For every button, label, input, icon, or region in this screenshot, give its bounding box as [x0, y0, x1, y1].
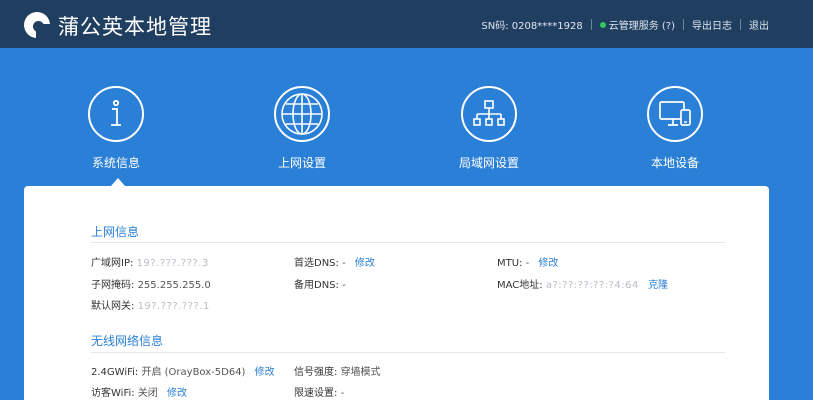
divider: [740, 19, 741, 30]
export-log-link[interactable]: 导出日志: [692, 17, 732, 32]
app-title: 蒲公英本地管理: [58, 15, 212, 39]
section-title-wireless: 无线网络信息: [91, 334, 164, 348]
nav-local-devices[interactable]: 本地设备: [605, 86, 745, 171]
edit-mtu-link[interactable]: 修改: [538, 258, 558, 269]
guest-wifi-row: 访客WiFi: 关闭 修改: [91, 384, 187, 399]
nav-internet-settings[interactable]: 上网设置: [232, 86, 372, 171]
wifi24-value: 开启 (OrayBox-5D64): [141, 367, 246, 378]
globe-icon: [274, 86, 330, 142]
dandelion-logo-icon: [24, 12, 50, 38]
mac-value: a?:??:??:??:?4:64: [545, 280, 639, 291]
speed-limit-row: 限速设置: -: [294, 384, 344, 399]
mac-label: MAC地址:: [497, 280, 543, 291]
section-title-internet: 上网信息: [91, 225, 140, 239]
section-divider: [91, 352, 725, 353]
nav-lan-settings[interactable]: 局域网设置: [419, 86, 559, 171]
top-header: 蒲公英本地管理 SN码: 0208****1928 云管理服务 (?) 导出日志…: [0, 0, 813, 48]
wan-ip-label: 广域网IP:: [91, 258, 134, 269]
subnet-mask-value: 255.255.255.0: [137, 280, 211, 291]
active-tab-caret: [111, 178, 125, 186]
primary-dns-value: -: [342, 258, 346, 269]
mac-row: MAC地址: a?:??:??:??:?4:64 克隆: [497, 276, 668, 291]
network-icon: [461, 86, 517, 142]
cloud-service-link[interactable]: 云管理服务 (?): [609, 17, 675, 32]
section-divider: [91, 242, 725, 243]
mtu-row: MTU: - 修改: [497, 254, 558, 269]
wifi24-row: 2.4GWiFi: 开启 (OrayBox-5D64) 修改: [91, 363, 275, 378]
edit-guest-wifi-link[interactable]: 修改: [167, 388, 187, 399]
guest-wifi-value: 关闭: [137, 388, 158, 399]
edit-dns-link[interactable]: 修改: [355, 258, 375, 269]
signal-row: 信号强度: 穿墙模式: [294, 363, 381, 378]
nav-system-info[interactable]: 系统信息: [46, 86, 186, 171]
nav-label: 上网设置: [277, 156, 326, 170]
primary-dns-label: 首选DNS:: [294, 258, 339, 269]
nav-label: 本地设备: [650, 156, 699, 170]
nav-label: 局域网设置: [458, 156, 519, 170]
divider: [590, 19, 592, 30]
mtu-label: MTU:: [497, 258, 523, 269]
devices-icon: [647, 86, 703, 142]
wifi24-label: 2.4GWiFi:: [91, 367, 139, 378]
subnet-mask-row: 子网掩码: 255.255.255.0: [91, 276, 211, 291]
divider: [683, 19, 684, 30]
gateway-row: 默认网关: 19?.???.???.1: [91, 297, 210, 312]
speed-limit-value: -: [340, 388, 345, 399]
wan-ip-row: 广域网IP: 19?.???.???.3: [91, 254, 209, 269]
speed-limit-label: 限速设置:: [294, 388, 338, 399]
header-actions: SN码: 0208****1928 云管理服务 (?) 导出日志 退出: [481, 17, 769, 32]
signal-value: 穿墙模式: [340, 367, 381, 378]
guest-wifi-label: 访客WiFi:: [91, 388, 135, 399]
nav-label: 系统信息: [91, 156, 140, 170]
secondary-dns-row: 备用DNS: -: [294, 276, 346, 291]
mtu-value: -: [525, 258, 530, 269]
gateway-value: 19?.???.???.1: [137, 301, 210, 312]
clone-mac-link[interactable]: 克隆: [648, 280, 668, 291]
secondary-dns-value: -: [342, 280, 346, 291]
subnet-mask-label: 子网掩码:: [91, 280, 135, 291]
signal-label: 信号强度:: [294, 367, 338, 378]
logout-link[interactable]: 退出: [749, 17, 769, 32]
gateway-label: 默认网关:: [91, 301, 135, 312]
info-icon: [88, 86, 144, 142]
wan-ip-value: 19?.???.???.3: [136, 258, 209, 269]
sn-code: SN码: 0208****1928: [481, 21, 583, 32]
status-dot-icon: [599, 21, 606, 28]
edit-wifi24-link[interactable]: 修改: [255, 367, 275, 378]
secondary-dns-label: 备用DNS:: [294, 280, 339, 291]
system-info-panel: 上网信息 广域网IP: 19?.???.???.3 子网掩码: 255.255.…: [24, 186, 769, 400]
primary-dns-row: 首选DNS: - 修改: [294, 254, 375, 269]
